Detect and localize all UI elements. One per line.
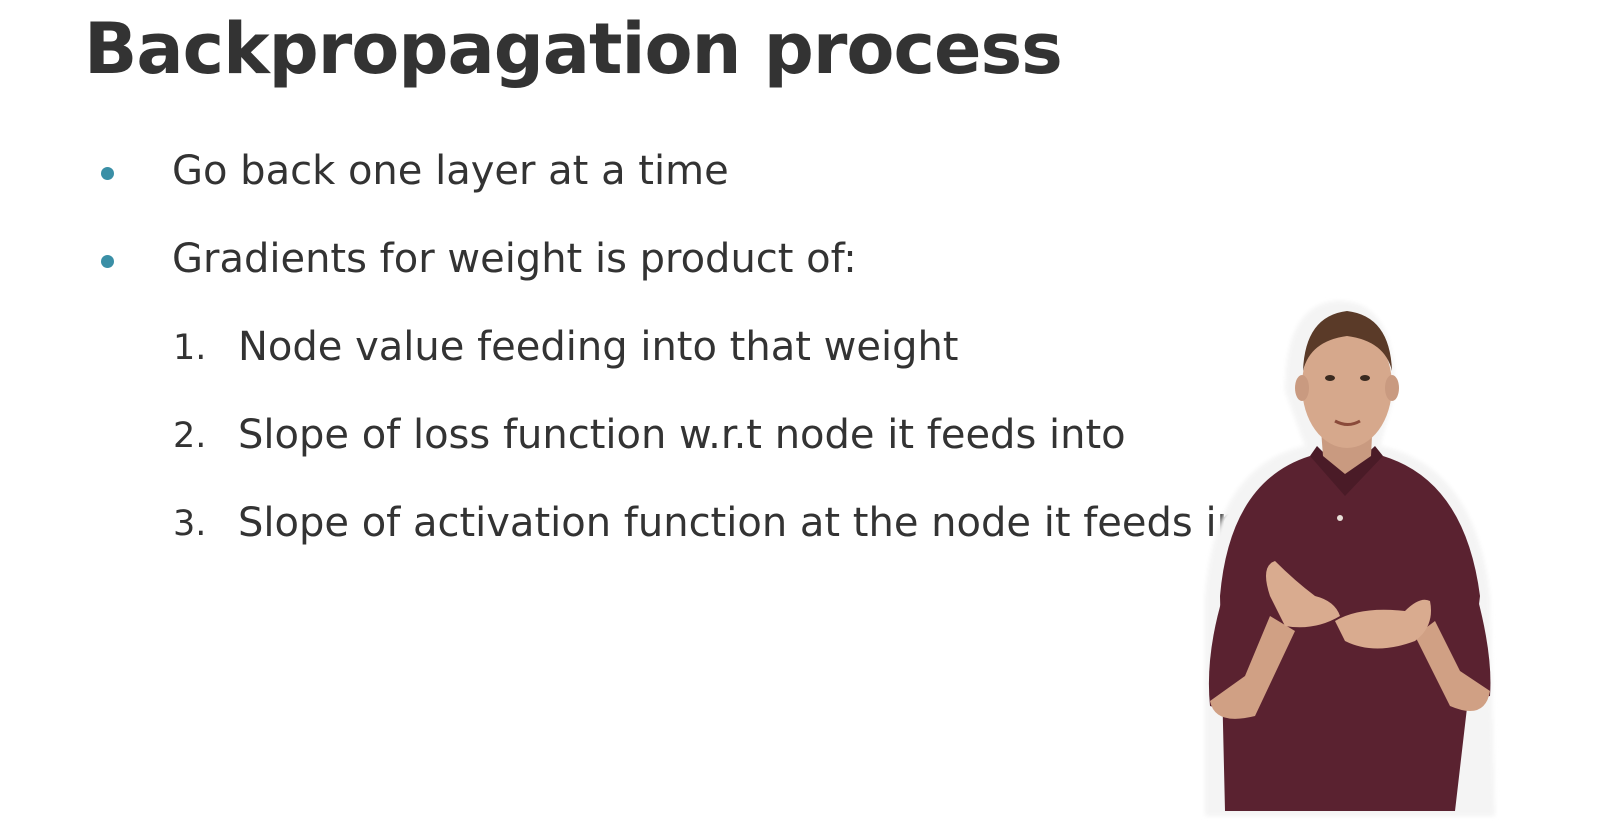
bullet-text: Gradients for weight is product of:: [172, 236, 857, 282]
numbered-marker: 3.: [173, 504, 207, 544]
presenter-figure: [1205, 300, 1495, 816]
presenter-eye: [1360, 375, 1370, 381]
bullet-dot-icon: [101, 255, 114, 268]
bullet-dot-icon: [101, 167, 114, 180]
numbered-text: Slope of activation function at the node…: [238, 500, 1283, 546]
presenter-ear: [1385, 375, 1399, 401]
presenter-eye: [1325, 375, 1335, 381]
numbered-marker: 1.: [173, 328, 207, 368]
bullet-text: Go back one layer at a time: [172, 148, 729, 194]
slide: Backpropagation process Go back one laye…: [0, 0, 1598, 840]
presenter-ear: [1295, 375, 1309, 401]
numbered-text: Node value feeding into that weight: [238, 324, 959, 370]
slide-title: Backpropagation process: [84, 8, 1063, 90]
numbered-text: Slope of loss function w.r.t node it fee…: [238, 412, 1126, 458]
numbered-marker: 2.: [173, 416, 207, 456]
presenter-button: [1337, 515, 1343, 521]
